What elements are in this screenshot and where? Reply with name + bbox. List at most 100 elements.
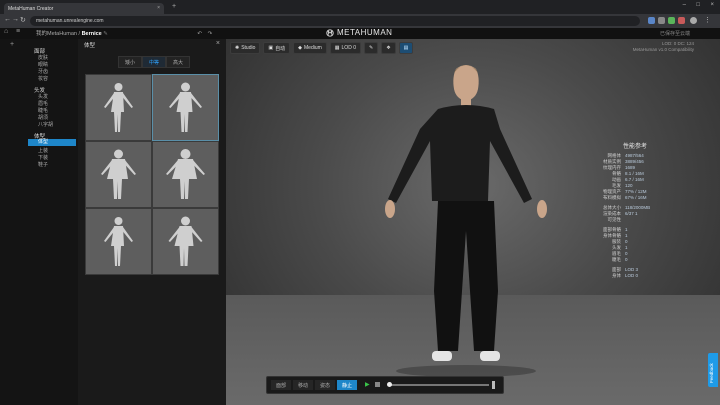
segment-tall[interactable]: 高大 [166,56,190,68]
profile-avatar[interactable] [690,17,697,24]
body-thumbnail[interactable] [152,141,219,208]
lod-button[interactable]: ▦ LOD 0 [329,42,361,54]
extension-icon[interactable] [678,17,685,24]
nav-item-head-hair[interactable]: 头发 [38,93,48,100]
extension-icon[interactable] [648,17,655,24]
browser-tab[interactable]: MetaHuman Creator × [4,3,164,14]
nav-item-beard[interactable]: 胡须 [38,114,48,121]
body-thumbnail[interactable] [152,208,219,275]
breadcrumb-root[interactable]: 我的MetaHuman [36,31,77,37]
segment-short[interactable]: 矮小 [118,56,142,68]
animation-bar: 面部 移动 姿态 静止 ▶ [266,376,504,394]
3d-viewport[interactable]: ✺ Studio ▣ 自动 ◆ Medium ▦ LOD 0 ✎ ❖ ▤ LOD: 0 … [226,39,720,405]
minimize-icon[interactable]: – [683,2,686,8]
pose-button[interactable]: ✎ [363,42,379,54]
window-close-icon[interactable]: × [710,2,714,8]
viewport-toolbar: ✺ Studio ▣ 自动 ◆ Medium ▦ LOD 0 ✎ ❖ ▤ [230,42,414,54]
nav-item-bottom[interactable]: 下装 [38,154,48,161]
breadcrumb: 我的MetaHuman / Bernice ✎ ↶ ↷ [36,29,212,37]
segment-medium[interactable]: 中等 [142,56,166,68]
lod-icon: ▦ [334,45,340,51]
undo-icon[interactable]: ↶ [197,31,202,37]
nav-item-skin[interactable]: 皮肤 [38,54,48,61]
body-figure-icon [104,83,133,132]
stats-key: 身体 [612,273,621,278]
stop-icon[interactable] [375,382,380,387]
extension-icon[interactable] [668,17,675,24]
metahuman-logo: METAHUMAN [326,28,392,37]
render-button[interactable]: ▤ [398,42,414,54]
tab-close-icon[interactable]: × [157,5,160,11]
metahuman-logo-icon [326,28,334,37]
left-navigation: + 面部 皮肤 眼睛 牙齿 妆容 头发 头发 眉毛 睫毛 胡须 八字胡 体型 体… [0,39,78,405]
anim-tab-pose[interactable]: 姿态 [315,380,335,390]
lod-label: LOD 0 [341,45,356,51]
camera-label: 自动 [275,45,286,52]
stats-key: 布料模拟 [603,195,621,200]
height-segmented-control: 矮小 中等 高大 [118,56,190,68]
breadcrumb-separator: / [78,31,81,37]
hair-button[interactable]: ❖ [381,42,396,54]
lighting-label: Studio [241,45,256,51]
panel-close-icon[interactable]: × [216,40,220,47]
nav-item-eyelashes[interactable]: 睫毛 [38,107,48,114]
redo-icon[interactable]: ↷ [208,31,213,37]
add-icon[interactable]: + [10,41,14,48]
light-icon: ✺ [235,45,240,51]
nav-item-eyes[interactable]: 眼睛 [38,61,48,68]
viewport-info-line: MetaHuman v1.0 Compatibility [632,47,694,52]
body-figure-icon [168,216,203,266]
forward-icon[interactable]: → [12,16,19,23]
body-thumbnail[interactable] [85,74,152,141]
anim-tab-face[interactable]: 面部 [271,380,291,390]
back-icon[interactable]: ← [4,16,11,23]
stats-value: 67% / 16M [625,195,647,200]
tab-title: MetaHuman Creator [8,5,54,12]
quality-icon: ◆ [298,45,302,51]
body-figure-icon [104,217,133,266]
body-thumbnail[interactable] [152,74,219,141]
edit-name-icon[interactable]: ✎ [103,31,108,37]
camera-icon: ▣ [268,45,274,51]
character-name: Bernice [81,31,102,37]
body-type-panel: 体型 × 矮小 中等 高大 [78,39,227,405]
pose-icon: ✎ [368,45,374,51]
extension-icon[interactable] [658,17,665,24]
performance-stats: 性能参考 网格体 4987/564 材质实例 3889/456 纹理内存 1689 骨骼 8.… [581,141,691,279]
anim-tab-move[interactable]: 移动 [293,380,313,390]
camera-button[interactable]: ▣ 自动 [263,42,291,54]
home-icon[interactable]: ⌂ [4,28,8,35]
new-tab-icon[interactable]: + [172,3,176,10]
nav-item-mustache[interactable]: 八字胡 [38,121,53,128]
nav-item-teeth[interactable]: 牙齿 [38,68,48,75]
play-icon[interactable]: ▶ [365,381,370,388]
stats-row: 身体 LOD 0 [581,273,691,279]
app-menu-icon[interactable]: ≡ [16,28,20,35]
quality-label: Medium [304,45,322,51]
lighting-button[interactable]: ✺ Studio [230,42,261,54]
maximize-icon[interactable]: □ [696,2,700,8]
nav-item-shoes[interactable]: 鞋子 [38,161,48,168]
nav-item-body-type[interactable]: 体型 [28,139,76,146]
body-figure-icon [101,149,136,199]
nav-item-eyebrows[interactable]: 眉毛 [38,100,48,107]
body-thumbnail[interactable] [85,208,152,275]
anim-tab-still[interactable]: 静止 [337,380,357,390]
nav-item-makeup[interactable]: 妆容 [38,75,48,82]
address-bar[interactable]: metahuman.unrealengine.com [30,16,640,26]
timeline-slider[interactable] [387,381,495,389]
timeline-knob[interactable] [387,382,392,387]
stats-title: 性能参考 [623,144,648,150]
reload-icon[interactable]: ↻ [20,16,26,24]
quality-button[interactable]: ◆ Medium [293,42,327,54]
save-status: 已保存至云端 [659,31,690,37]
browser-toolbar: ← → ↻ metahuman.unrealengine.com ⋮ [0,14,720,28]
stats-value: 0 [625,257,628,262]
feedback-button[interactable]: Feedback [708,353,718,387]
body-thumbnail[interactable] [85,141,152,208]
nav-item-top[interactable]: 上装 [38,147,48,154]
browser-menu-icon[interactable]: ⋮ [704,16,711,24]
stats-key: 可见性 [607,217,622,222]
character-model[interactable] [366,59,566,379]
timeline-end-marker [492,381,495,389]
